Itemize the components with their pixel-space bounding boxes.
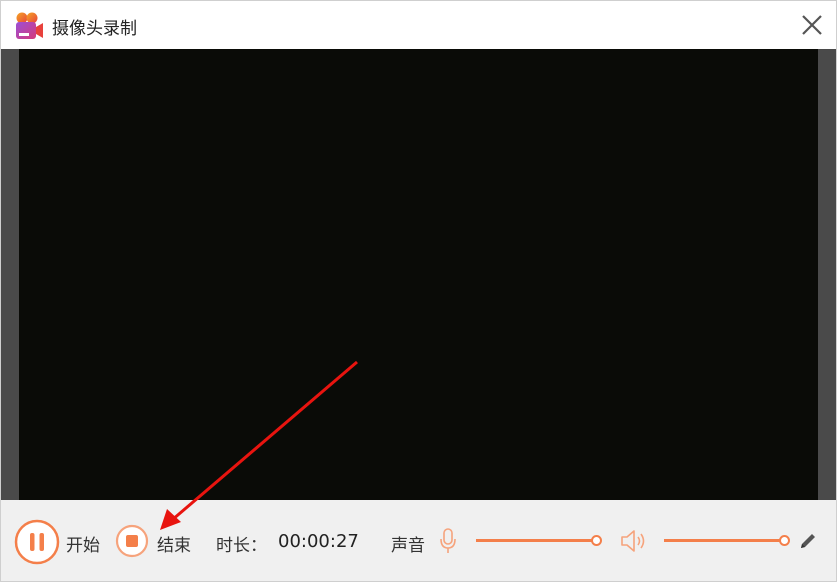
- pencil-icon[interactable]: [798, 531, 818, 551]
- stop-icon: [126, 535, 138, 547]
- microphone-icon[interactable]: [438, 527, 458, 555]
- app-camera-icon: [16, 12, 43, 39]
- speaker-volume-fill: [664, 539, 784, 542]
- speaker-volume-slider[interactable]: [664, 533, 790, 547]
- window-title: 摄像头录制: [52, 19, 137, 39]
- control-bar: 开始 结束 时长： 00:00:27 声音: [1, 500, 836, 581]
- sound-label: 声音: [391, 536, 425, 556]
- mic-volume-knob[interactable]: [591, 535, 602, 546]
- mic-volume-fill: [476, 539, 596, 542]
- pause-icon: [30, 533, 35, 551]
- mic-volume-slider[interactable]: [476, 533, 602, 547]
- duration-value: 00:00:27: [278, 531, 359, 552]
- camera-preview: [19, 49, 818, 500]
- pause-button[interactable]: [14, 519, 60, 565]
- duration-label: 时长：: [216, 536, 267, 556]
- speaker-icon[interactable]: [619, 528, 647, 554]
- stop-button[interactable]: [115, 524, 149, 558]
- close-icon[interactable]: [800, 13, 824, 37]
- camera-record-window: 摄像头录制 开始 结束 时长： 00:00:27 声音: [0, 0, 837, 582]
- speaker-volume-knob[interactable]: [779, 535, 790, 546]
- preview-area: [1, 49, 836, 500]
- title-bar: 摄像头录制: [1, 1, 836, 49]
- start-label[interactable]: 开始: [66, 531, 100, 556]
- stop-label[interactable]: 结束: [157, 531, 191, 556]
